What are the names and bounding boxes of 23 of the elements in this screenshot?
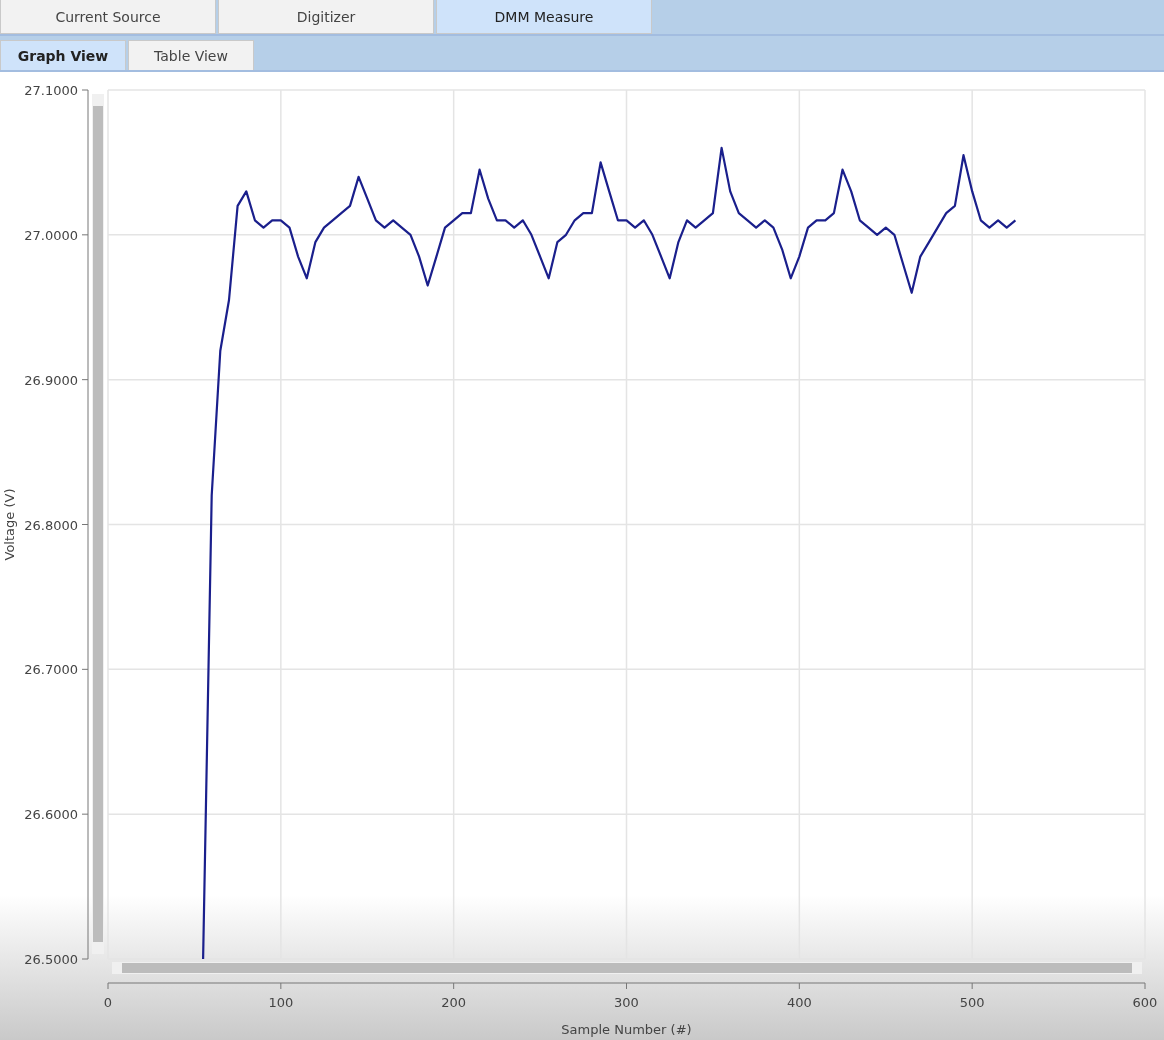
y-tick-label: 26.5000 <box>24 952 78 967</box>
y-tick-label: 26.9000 <box>24 372 78 388</box>
x-tick-label: 500 <box>959 995 985 1010</box>
y-tick-label: 26.8000 <box>24 517 78 533</box>
x-axis-title: Sample Number (#) <box>561 1022 692 1037</box>
y-tick-label: 27.1000 <box>24 83 78 98</box>
horizontal-scrollbar[interactable] <box>112 962 1142 974</box>
tab[interactable]: Digitizer <box>218 0 434 34</box>
x-tick-label: 600 <box>1132 995 1158 1010</box>
tab[interactable]: DMM Measure <box>436 0 652 34</box>
x-tick-label: 200 <box>441 995 467 1010</box>
x-tick-label: 300 <box>614 995 639 1010</box>
y-tick-label: 27.0000 <box>24 227 78 243</box>
x-tick-label: 100 <box>268 995 294 1010</box>
x-tick-label: 400 <box>786 995 812 1010</box>
view-tab[interactable]: Graph View <box>0 40 126 70</box>
view-tab[interactable]: Table View <box>128 40 254 70</box>
y-tick-label: 26.7000 <box>24 662 78 678</box>
y-axis-title: Voltage (V) <box>2 488 17 561</box>
y-tick-label: 26.6000 <box>24 807 78 823</box>
x-tick-label: 0 <box>103 995 113 1010</box>
vertical-scrollbar[interactable] <box>92 94 104 954</box>
tab[interactable]: Current Source <box>0 0 216 34</box>
